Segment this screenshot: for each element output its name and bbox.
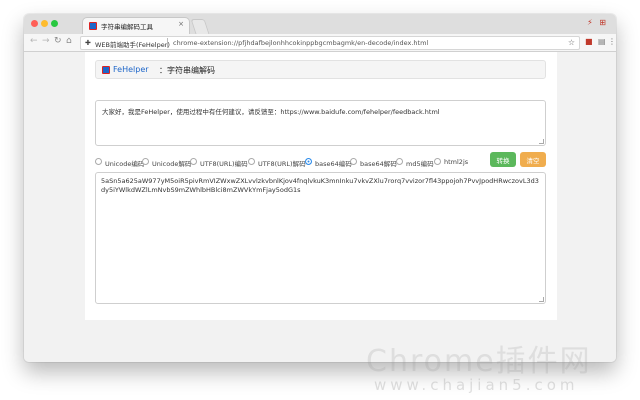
input-resize-handle[interactable] xyxy=(539,139,544,144)
minimize-window-button[interactable] xyxy=(41,20,48,27)
url-path: chrome-extension://pfjhdafbejlonhhcokinp… xyxy=(173,39,429,47)
bookmark-star-icon[interactable]: ☆ xyxy=(568,38,575,47)
source-text-input[interactable]: 大家好，我是FeHelper，使用过程中有任何建议，请反馈至：https://w… xyxy=(95,100,546,146)
option-label: md5编码 xyxy=(406,160,434,168)
main-panel: FeHelper ：字符串编解码 大家好，我是FeHelper，使用过程中有任何… xyxy=(85,52,557,320)
extensions-icon[interactable]: ▤ xyxy=(598,37,606,46)
watermark-url: www.chajian5.com xyxy=(374,376,579,394)
radio-base64-encode[interactable] xyxy=(305,158,312,165)
reload-icon[interactable]: ↻ xyxy=(54,36,62,46)
url-separator xyxy=(167,38,168,48)
option-label: Unicode解码 xyxy=(152,160,192,168)
extension-puzzle-icon: ✚ xyxy=(85,39,91,47)
radio-md5-encode[interactable] xyxy=(396,158,403,165)
brand-link[interactable]: FeHelper xyxy=(113,65,149,74)
new-tab-button[interactable] xyxy=(190,19,210,34)
tab-title: 字符串编解码工具 xyxy=(101,23,153,31)
option-label: Unicode编码 xyxy=(105,160,145,168)
home-icon[interactable]: ⌂ xyxy=(66,36,72,46)
radio-utf8-decode[interactable] xyxy=(248,158,255,165)
option-label: base64解码 xyxy=(360,160,397,168)
page-content: FeHelper ：字符串编解码 大家好，我是FeHelper，使用过程中有任何… xyxy=(24,52,616,362)
page-title: ：字符串编解码 xyxy=(159,66,215,75)
tab-close-icon[interactable]: × xyxy=(178,20,184,28)
close-window-button[interactable] xyxy=(31,20,38,27)
radio-html2js[interactable] xyxy=(434,158,441,165)
browser-tab[interactable]: 字符串编解码工具 × xyxy=(82,17,190,34)
radio-utf8-encode[interactable] xyxy=(190,158,197,165)
result-output[interactable]: 5aSn5a625aW977yM5oiR5pivRmVIZWxwZXLvvlzk… xyxy=(95,172,546,304)
clear-button[interactable]: 清空 xyxy=(520,152,546,167)
fehelper-favicon-icon xyxy=(89,22,97,30)
maximize-window-button[interactable] xyxy=(51,20,58,27)
radio-unicode-encode[interactable] xyxy=(95,158,102,165)
radio-base64-decode[interactable] xyxy=(350,158,357,165)
browser-toolbar: ← → ↻ ⌂ ✚ WEB前端助手(FeHelper) chrome-exten… xyxy=(24,34,616,52)
panel-header: FeHelper ：字符串编解码 xyxy=(95,60,546,79)
fehelper-extension-icon[interactable]: ■ xyxy=(585,37,593,46)
back-arrow-icon[interactable]: ← xyxy=(30,36,38,46)
option-label: base64编码 xyxy=(315,160,352,168)
radio-unicode-decode[interactable] xyxy=(142,158,149,165)
option-label: html2js xyxy=(444,158,469,166)
browser-window: 字符串编解码工具 × ⚡ ⊞ ← → ↻ ⌂ ✚ WEB前端助手(FeHelpe… xyxy=(24,14,616,362)
forward-arrow-icon[interactable]: → xyxy=(42,36,50,46)
menu-kebab-icon[interactable]: ⋮ xyxy=(608,37,616,46)
option-label: UTF8(URL)编码 xyxy=(200,160,248,168)
option-label: UTF8(URL)解码 xyxy=(258,160,306,168)
fehelper-logo-icon xyxy=(102,66,110,74)
convert-button[interactable]: 转换 xyxy=(490,152,516,167)
url-site-name: WEB前端助手(FeHelper) xyxy=(95,41,170,49)
output-resize-handle[interactable] xyxy=(539,297,544,302)
tab-bar: 字符串编解码工具 × ⚡ ⊞ xyxy=(24,14,616,34)
window-corner-icons: ⚡ ⊞ xyxy=(587,18,608,27)
address-bar[interactable]: ✚ WEB前端助手(FeHelper) chrome-extension://p… xyxy=(80,36,580,50)
